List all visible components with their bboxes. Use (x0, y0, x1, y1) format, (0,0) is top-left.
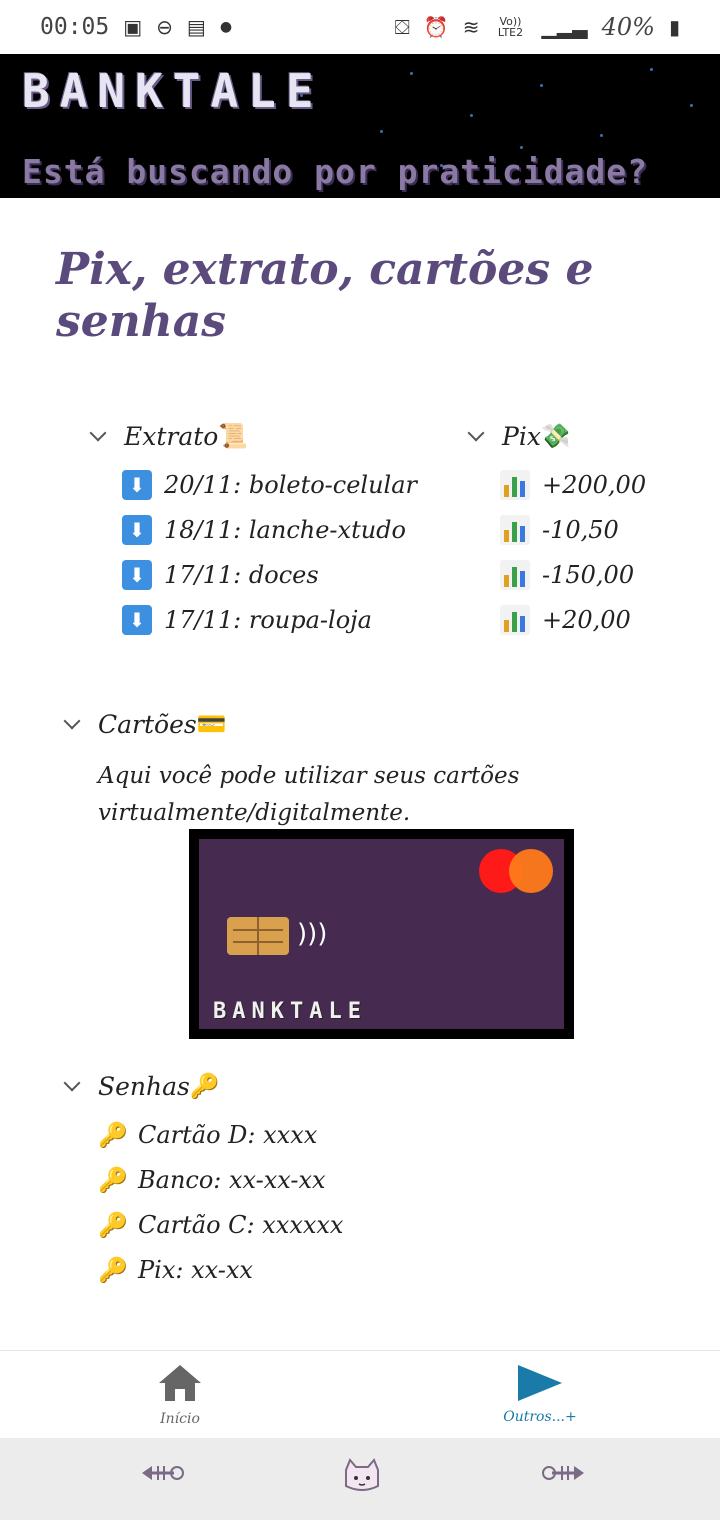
list-item: 🔑 Pix: xx-xx (98, 1247, 466, 1292)
extrato-item-label: 18/11: lanche-xtudo (164, 515, 406, 544)
sim-icon: ⛋ (394, 15, 410, 39)
nav-home[interactable]: Início (100, 1365, 260, 1427)
bar-chart-icon (500, 604, 530, 635)
pix-value: +200,00 (542, 470, 647, 499)
cartoes-description: Aqui você pode utilizar seus cartões vir… (98, 763, 520, 826)
arrow-down-icon: ⬇ (122, 559, 152, 590)
scroll-icon: 📜 (218, 422, 249, 450)
nav-home-label: Início (160, 1411, 200, 1427)
extrato-item-label: 17/11: roupa-loja (164, 605, 372, 634)
bar-chart-icon (500, 469, 530, 500)
alarm-icon: ⏰ (423, 15, 449, 39)
chevron-down-icon (63, 712, 81, 730)
status-bar: 00:05 ▣ ⊖ ▤ ● ⛋ ⏰ ≋ Vo)) LTE2 ▁▂▃ 40% ▮ (0, 0, 720, 54)
nav-others[interactable]: Outros...+ (460, 1365, 620, 1425)
virtual-card[interactable]: ))) BANKTALE (189, 829, 574, 1039)
dnd-icon: ⊖ (156, 15, 173, 39)
senha-label: Cartão D: xxxx (138, 1120, 318, 1149)
arrow-down-icon: ⬇ (122, 469, 152, 500)
key-icon: 🔑 (189, 1072, 220, 1100)
arrow-down-icon: ⬇ (122, 604, 152, 635)
cartoes-heading: Cartões (98, 709, 197, 739)
fishbone-icon-2[interactable] (534, 1458, 594, 1498)
list-item: -10,50 (500, 507, 700, 552)
senha-label: Banco: xx-xx-xx (138, 1165, 326, 1194)
extrato-item-label: 17/11: doces (164, 560, 319, 589)
battery-icon: ▮ (668, 15, 680, 39)
senhas-section: Senhas 🔑 🔑 Cartão D: xxxx 🔑 Banco: xx-xx-x… (63, 1064, 466, 1292)
network-label: Vo)) LTE2 (497, 15, 524, 39)
bar-chart-icon (500, 514, 530, 545)
list-item: ⬇ 17/11: roupa-loja (122, 597, 452, 642)
senha-label: Pix: xx-xx (138, 1255, 253, 1284)
chevron-down-icon (467, 424, 485, 442)
banner-tagline: Está buscando por praticidade? (22, 152, 649, 191)
bar-chart-icon (500, 559, 530, 590)
senhas-heading: Senhas (98, 1071, 190, 1101)
senhas-list: 🔑 Cartão D: xxxx 🔑 Banco: xx-xx-xx 🔑 Cartão… (66, 1112, 466, 1292)
status-left: 00:05 ▣ ⊖ ▤ ● (40, 14, 232, 40)
home-icon (159, 1365, 201, 1403)
key-icon: 🔑 (98, 1165, 128, 1194)
status-time: 00:05 (40, 14, 110, 40)
cartoes-toggle[interactable]: Cartões 💳 (63, 702, 227, 746)
arrow-down-icon: ⬇ (122, 514, 152, 545)
page-title: Pix, extrato, cartões e senhas (56, 244, 594, 347)
pix-value: +20,00 (542, 605, 631, 634)
pix-list: +200,00 -10,50 -150,00 +20,00 (470, 462, 700, 642)
chevron-down-icon (63, 1074, 81, 1092)
wifi-icon: ≋ (462, 15, 480, 39)
card-brand: BANKTALE (213, 999, 367, 1024)
image-icon: ▣ (123, 15, 143, 39)
extrato-toggle[interactable]: Extrato 📜 (89, 414, 452, 458)
key-icon: 🔑 (98, 1120, 128, 1149)
list-item: 🔑 Cartão D: xxxx (98, 1112, 466, 1157)
extrato-section: Extrato 📜 ⬇ 20/11: boleto-celular ⬇ 18/11:… (89, 414, 452, 642)
pix-toggle[interactable]: Pix 💸 (467, 414, 700, 458)
extrato-heading: Extrato (124, 421, 219, 451)
list-item: 🔑 Cartão C: xxxxxx (98, 1202, 466, 1247)
cast-icon: ▤ (186, 15, 206, 39)
list-item: -150,00 (500, 552, 700, 597)
dot-icon: ● (219, 19, 233, 35)
bottom-nav: Início Outros...+ (0, 1350, 720, 1438)
list-item: 🔑 Banco: xx-xx-xx (98, 1157, 466, 1202)
card-network-logo-icon-2 (509, 849, 553, 893)
status-right: ⛋ ⏰ ≋ Vo)) LTE2 ▁▂▃ 40% ▮ (395, 13, 680, 41)
chevron-down-icon (89, 424, 107, 442)
cat-face-icon[interactable] (332, 1458, 392, 1498)
contactless-icon: ))) (297, 919, 328, 949)
system-bar (0, 1438, 720, 1520)
money-wings-icon: 💸 (540, 422, 571, 450)
cartoes-section: Cartões 💳 (63, 702, 227, 746)
list-item: ⬇ 18/11: lanche-xtudo (122, 507, 452, 552)
credit-card-icon: 💳 (196, 710, 227, 738)
send-icon (518, 1365, 562, 1401)
pix-heading: Pix (502, 421, 541, 451)
list-item: ⬇ 17/11: doces (122, 552, 452, 597)
header-banner: BANKTALE Está buscando por praticidade? (0, 54, 720, 198)
list-item: +20,00 (500, 597, 700, 642)
fishbone-icon[interactable] (132, 1458, 192, 1498)
key-icon: 🔑 (98, 1210, 128, 1239)
list-item: +200,00 (500, 462, 700, 507)
senha-label: Cartão C: xxxxxx (138, 1210, 344, 1239)
pix-section: Pix 💸 +200,00 -10,50 -150,00 +20,00 (467, 414, 700, 642)
card-face: ))) BANKTALE (199, 839, 564, 1029)
banner-brand: BANKTALE (22, 64, 324, 118)
pix-value: -150,00 (542, 560, 635, 589)
nav-others-label: Outros...+ (503, 1409, 577, 1425)
card-chip-icon (227, 917, 289, 955)
battery-percent: 40% (601, 13, 655, 41)
list-item: ⬇ 20/11: boleto-celular (122, 462, 452, 507)
senhas-toggle[interactable]: Senhas 🔑 (63, 1064, 466, 1108)
signal-icon: ▁▂▃ (541, 15, 588, 39)
extrato-item-label: 20/11: boleto-celular (164, 470, 418, 499)
pix-value: -10,50 (542, 515, 619, 544)
extrato-list: ⬇ 20/11: boleto-celular ⬇ 18/11: lanche-xt… (92, 462, 452, 642)
key-icon: 🔑 (98, 1255, 128, 1284)
